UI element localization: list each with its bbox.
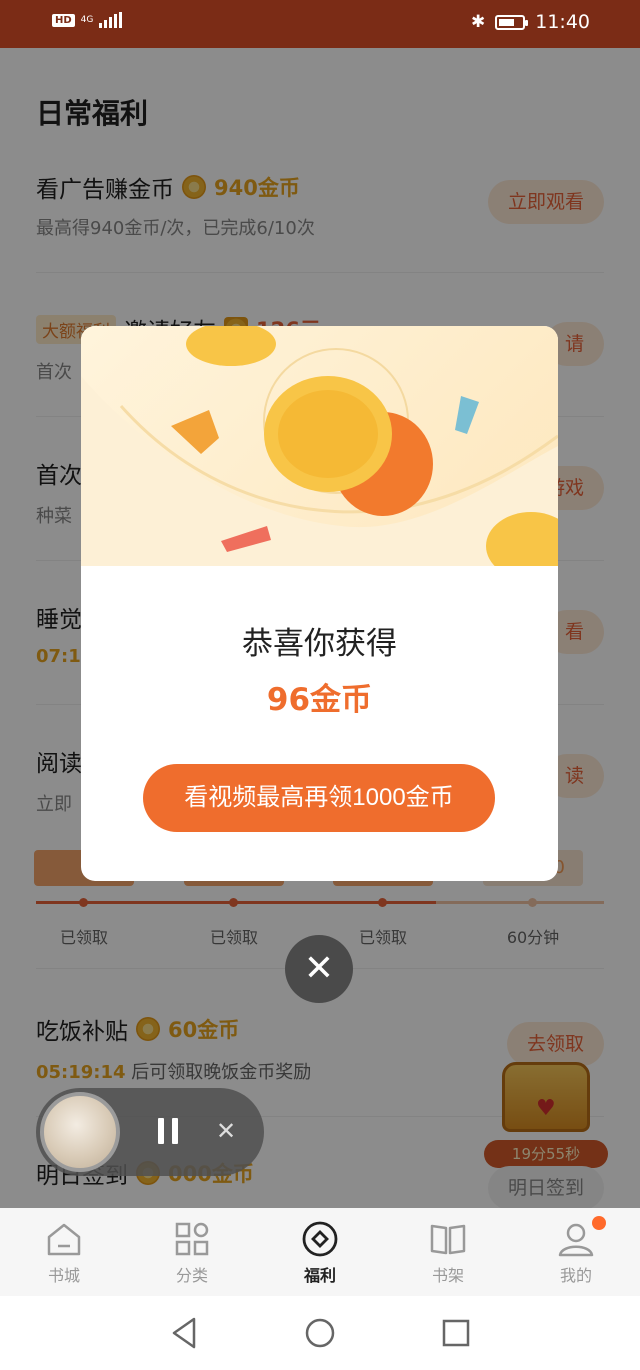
status-bar: HD 4G ✱ 11:40 (0, 0, 640, 48)
category-icon (173, 1220, 211, 1258)
tab-label: 分类 (175, 1266, 208, 1285)
tab-label: 我的 (559, 1266, 592, 1285)
tab-label: 福利 (303, 1266, 336, 1285)
network-type: 4G (80, 14, 94, 25)
signal-icon (99, 12, 123, 28)
tab-welfare[interactable]: 福利 (256, 1208, 384, 1296)
notification-dot (592, 1216, 606, 1230)
home-icon[interactable] (304, 1316, 336, 1350)
player-cover[interactable] (40, 1092, 120, 1172)
tab-bookstore[interactable]: 书城 (0, 1208, 128, 1296)
tab-label: 书架 (431, 1266, 464, 1285)
reward-dialog: 恭喜你获得 96金币 看视频最高再领1000金币 (81, 326, 558, 881)
watch-video-button[interactable]: 看视频最高再领1000金币 (143, 764, 495, 832)
battery-icon (495, 14, 529, 30)
close-dialog-button[interactable]: ✕ (285, 935, 353, 1003)
bluetooth-icon: ✱ (470, 12, 486, 32)
profile-icon (557, 1220, 595, 1258)
hd-badge: HD (52, 13, 75, 27)
tab-label: 书城 (47, 1266, 80, 1285)
system-nav-bar (0, 1296, 640, 1370)
back-icon[interactable] (168, 1316, 200, 1350)
signal-group: HD 4G (52, 12, 123, 28)
status-right: ✱ 11:40 (471, 11, 590, 33)
tab-profile[interactable]: 我的 (512, 1208, 640, 1296)
bottom-tab-bar: 书城 分类 福利 书架 我的 (0, 1208, 640, 1296)
welfare-icon (301, 1220, 339, 1258)
dialog-title: 恭喜你获得 (242, 626, 397, 662)
pause-icon[interactable] (158, 1118, 178, 1144)
coins-illustration (81, 326, 558, 566)
recents-icon[interactable] (440, 1316, 472, 1350)
clock: 11:40 (535, 11, 590, 33)
close-icon[interactable]: ✕ (216, 1116, 236, 1146)
dialog-reward: 96金币 (266, 682, 373, 718)
tab-bookshelf[interactable]: 书架 (384, 1208, 512, 1296)
audio-player: ✕ (36, 1088, 264, 1176)
tab-category[interactable]: 分类 (128, 1208, 256, 1296)
bookshelf-icon (429, 1220, 467, 1258)
bookstore-icon (45, 1220, 83, 1258)
